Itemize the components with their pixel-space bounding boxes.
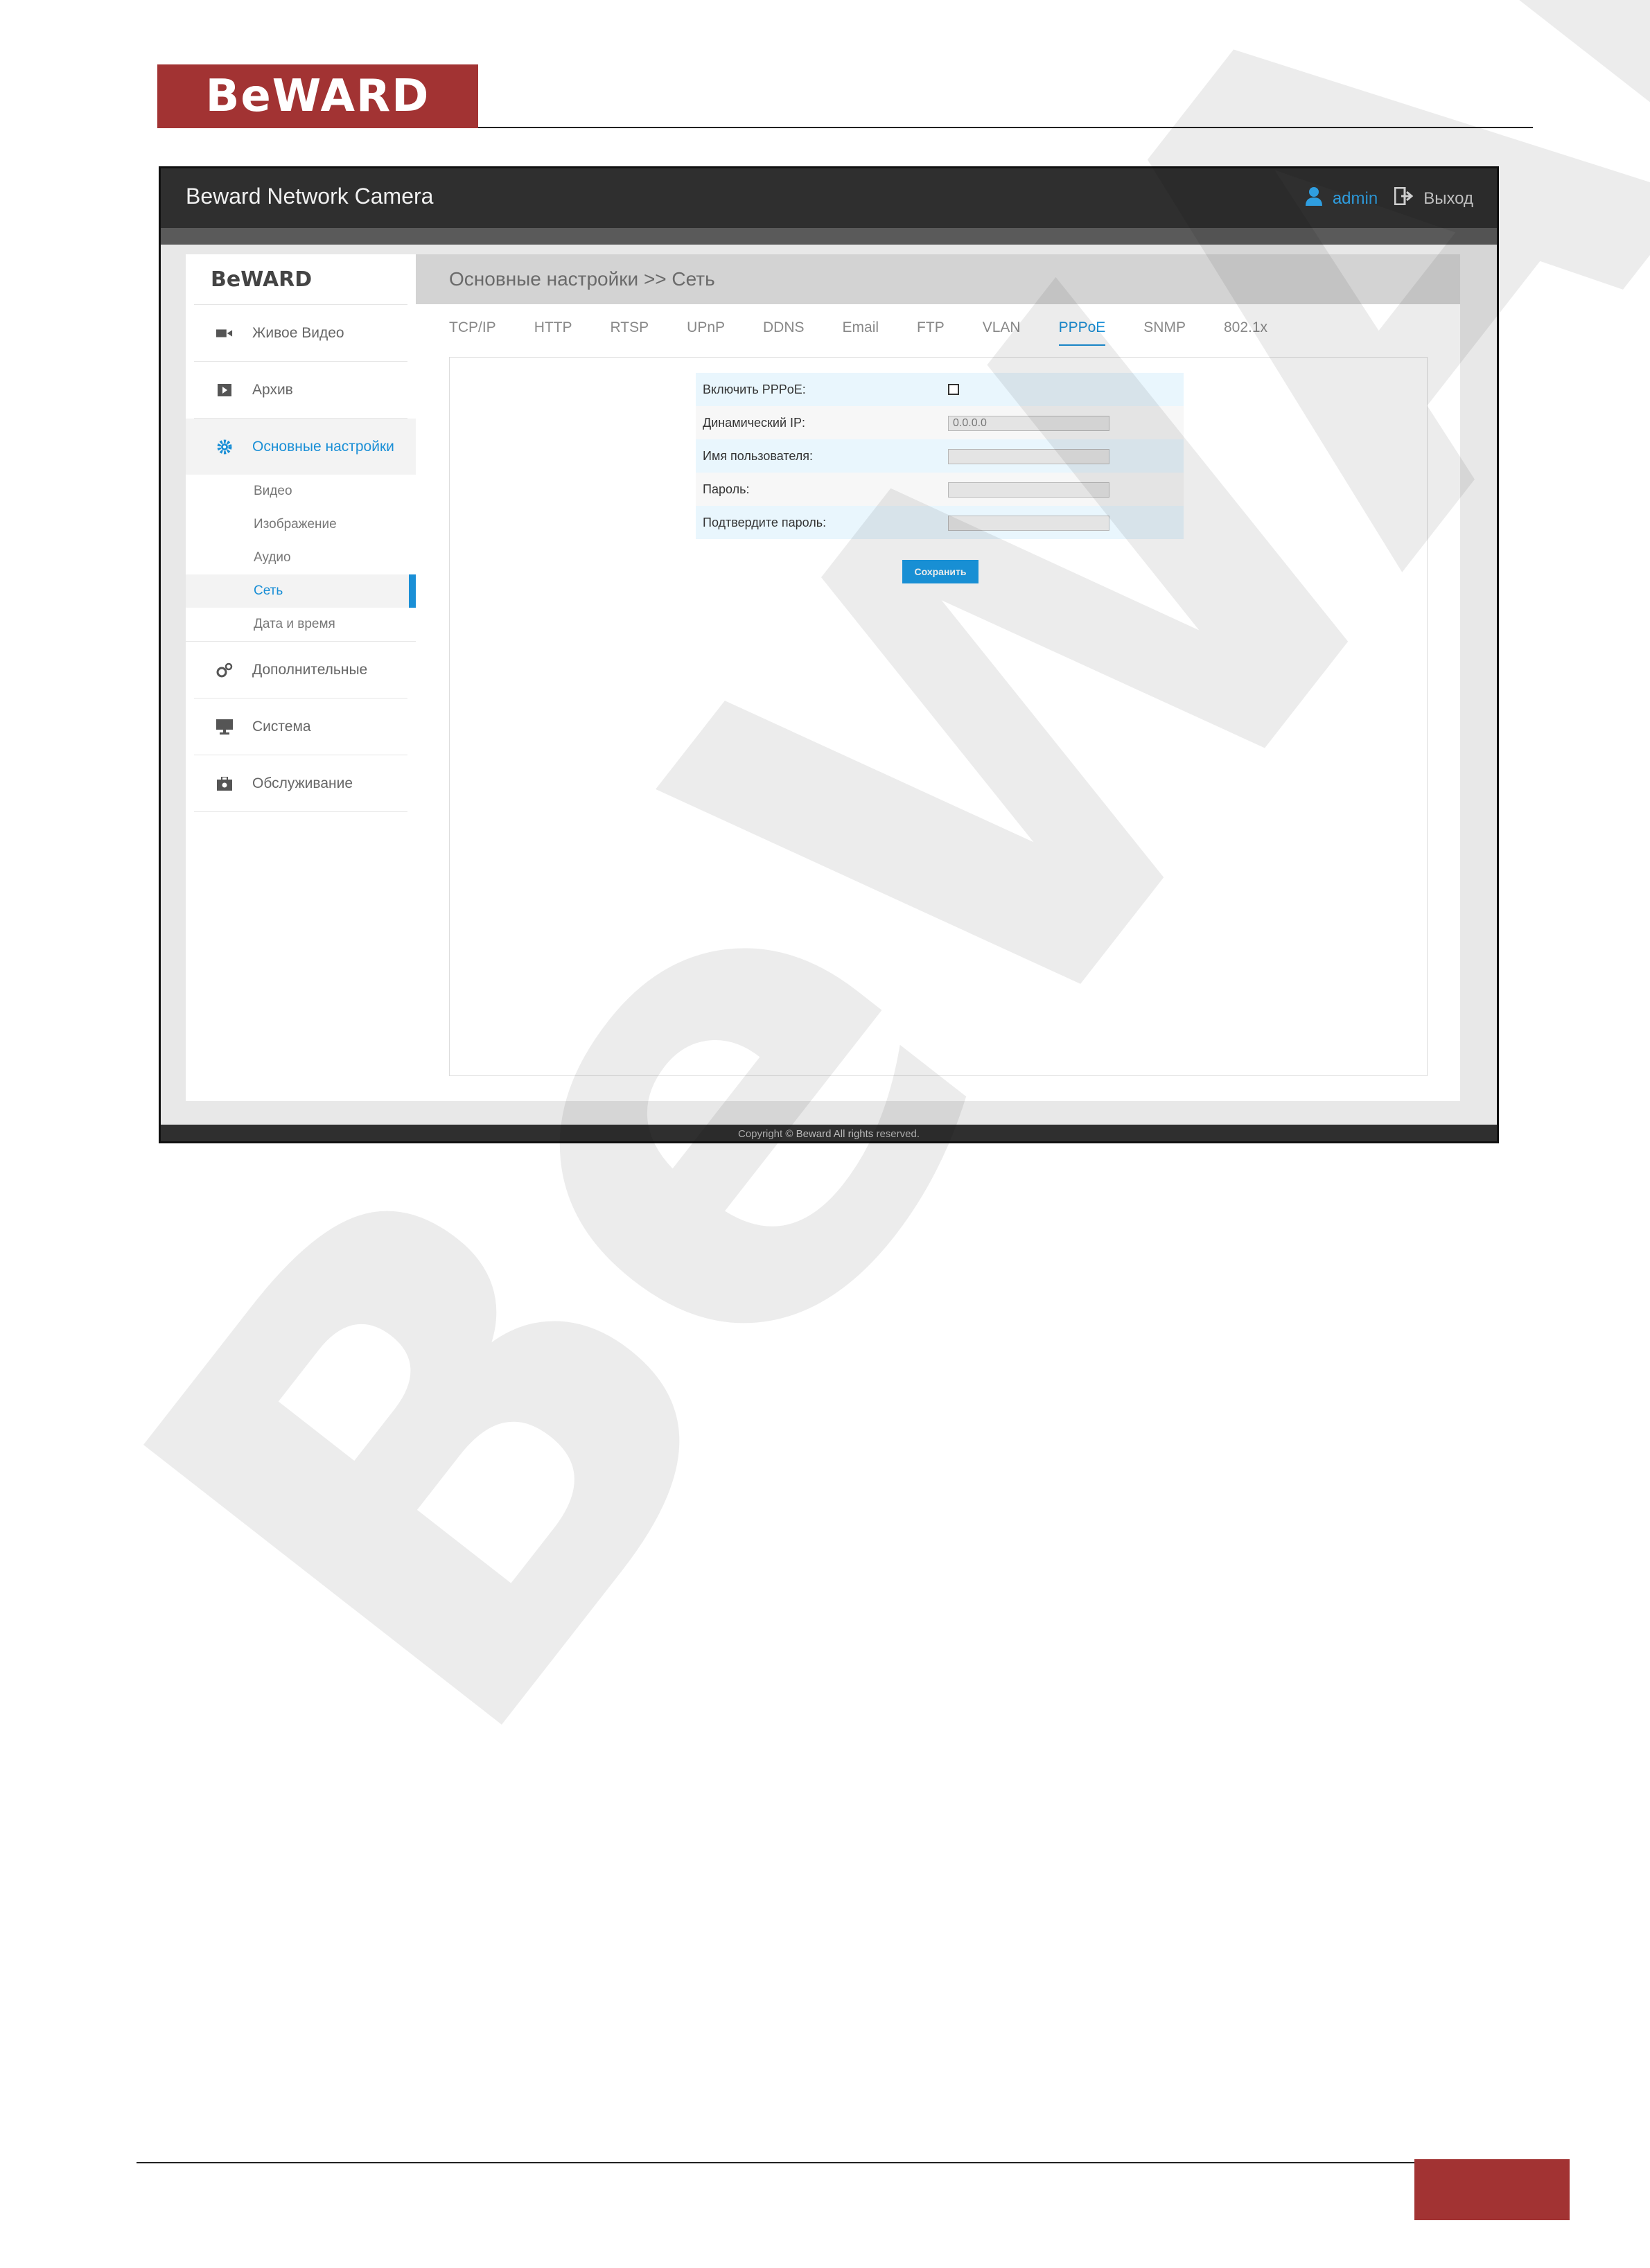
user-name[interactable]: admin [1333, 189, 1378, 209]
tab-vlan[interactable]: VLAN [983, 319, 1021, 340]
network-tabs: TCP/IP HTTP RTSP UPnP DDNS Email FTP VLA… [416, 304, 1460, 355]
sidebar-item-archive[interactable]: Архив [194, 362, 407, 419]
submenu-item-network[interactable]: Сеть [186, 574, 416, 608]
confirm-password-label: Подтвердите пароль: [703, 515, 827, 529]
enable-pppoe-label: Включить PPPoE: [703, 382, 806, 396]
sidebar-item-additional[interactable]: Дополнительные [194, 642, 407, 698]
breadcrumb: Основные настройки >> Сеть [416, 254, 1460, 304]
save-button[interactable]: Сохранить [902, 560, 978, 583]
sidebar-item-system[interactable]: Система [194, 698, 407, 755]
password-label: Пароль: [703, 482, 750, 496]
tab-rtsp[interactable]: RTSP [611, 319, 649, 340]
logout-link[interactable]: Выход [1423, 189, 1473, 209]
top-bar: Beward Network Camera admin Выход [161, 168, 1497, 228]
submenu-item-audio[interactable]: Аудио [186, 541, 416, 574]
tab-pppoe[interactable]: PPPoE [1058, 319, 1105, 346]
gears-icon [216, 662, 233, 677]
form-row-confirm-password: Подтвердите пароль: [696, 506, 1184, 539]
tab-ddns[interactable]: DDNS [763, 319, 805, 340]
dynamic-ip-field [948, 415, 1109, 431]
tab-email[interactable]: Email [843, 319, 879, 340]
monitor-icon [216, 719, 233, 735]
tab-8021x[interactable]: 802.1x [1224, 319, 1267, 340]
pppoe-form: Включить PPPoE: Динамический IP: Имя пол… [696, 373, 1184, 539]
sidebar-item-maintenance[interactable]: Обслуживание [194, 755, 407, 812]
document-header: BeWARD [0, 0, 1650, 132]
tab-ftp[interactable]: FTP [917, 319, 945, 340]
tab-http[interactable]: HTTP [534, 319, 572, 340]
username-field[interactable] [948, 448, 1109, 464]
pppoe-panel: Включить PPPoE: Динамический IP: Имя пол… [449, 357, 1428, 1076]
header-divider [478, 127, 1533, 128]
page-number-box [1414, 2159, 1570, 2220]
camera-web-interface: Beward Network Camera admin Выход BeWARD… [159, 166, 1499, 1143]
form-row-password: Пароль: [696, 473, 1184, 506]
sidebar-item-basic-settings[interactable]: Основные настройки [186, 419, 416, 475]
password-field[interactable] [948, 482, 1109, 498]
dynamic-ip-label: Динамический IP: [703, 415, 806, 430]
gear-icon [216, 439, 233, 454]
sidebar-item-label: Архив [252, 381, 293, 398]
basic-settings-submenu: Видео Изображение Аудио Сеть Дата и врем… [186, 475, 416, 642]
user-icon [1305, 186, 1323, 211]
form-row-enable: Включить PPPoE: [696, 373, 1184, 406]
enable-pppoe-checkbox[interactable] [948, 384, 959, 395]
app-title: Beward Network Camera [186, 184, 434, 209]
confirm-password-field[interactable] [948, 515, 1109, 531]
sidebar-item-label: Дополнительные [252, 661, 368, 678]
beward-logo: BeWARD [157, 64, 478, 128]
form-row-username: Имя пользователя: [696, 439, 1184, 473]
submenu-item-date-time[interactable]: Дата и время [186, 608, 416, 641]
form-row-dynamic-ip: Динамический IP: [696, 406, 1184, 439]
video-camera-icon [216, 326, 233, 340]
copyright-bar: Copyright © Beward All rights reserved. [161, 1125, 1497, 1141]
tab-snmp[interactable]: SNMP [1143, 319, 1186, 340]
username-label: Имя пользователя: [703, 448, 814, 463]
tab-tcpip[interactable]: TCP/IP [449, 319, 496, 340]
logout-icon[interactable] [1394, 186, 1414, 210]
sidebar: BeWARD Живое Видео Архив Основные настро… [186, 254, 416, 1101]
play-icon [216, 383, 233, 397]
toolbox-icon [216, 776, 233, 791]
sidebar-item-label: Обслуживание [252, 775, 353, 791]
sidebar-item-live-video[interactable]: Живое Видео [194, 305, 407, 362]
sidebar-item-label: Основные настройки [252, 438, 394, 455]
main-content: Основные настройки >> Сеть TCP/IP HTTP R… [416, 254, 1460, 1101]
user-area: admin Выход [1305, 186, 1473, 211]
sidebar-item-label: Живое Видео [252, 324, 344, 341]
submenu-item-video[interactable]: Видео [186, 475, 416, 508]
sidebar-item-label: Система [252, 718, 311, 735]
top-band [161, 228, 1497, 245]
footer-divider [137, 2162, 1558, 2163]
sidebar-logo: BeWARD [194, 254, 407, 305]
submenu-item-image[interactable]: Изображение [186, 508, 416, 541]
tab-upnp[interactable]: UPnP [687, 319, 725, 340]
